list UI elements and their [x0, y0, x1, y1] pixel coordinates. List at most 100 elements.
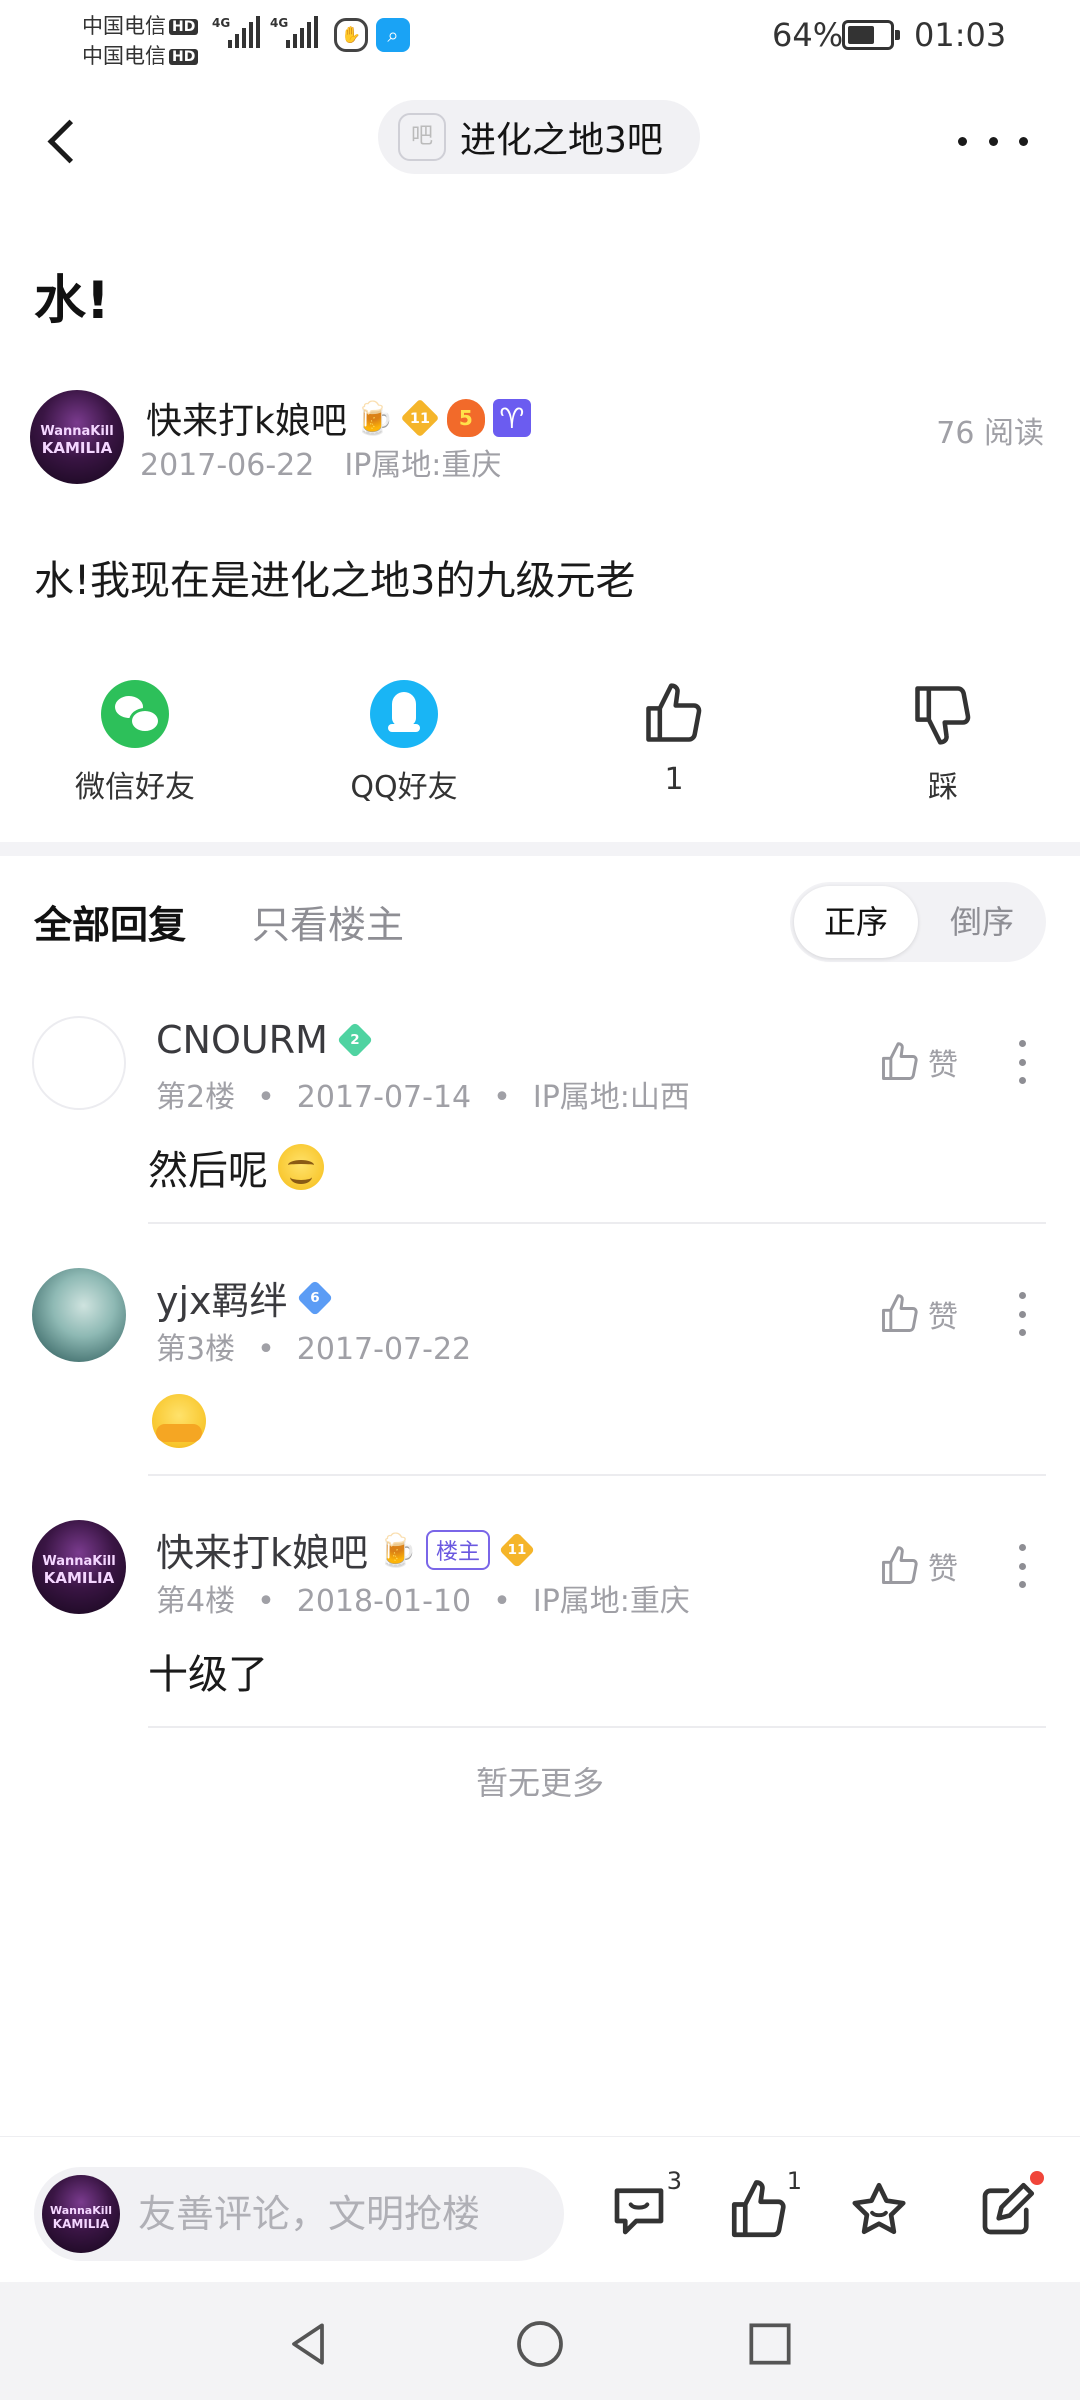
owner-tag: 楼主 — [426, 1529, 491, 1570]
reply-tabs: 全部回复 只看楼主 正序 倒序 — [0, 878, 1080, 968]
thumbs-down-icon — [915, 686, 971, 745]
forum-name: 进化之地3吧 — [460, 120, 663, 161]
more-options-button[interactable] — [958, 126, 1028, 156]
reply-like-button[interactable]: 赞 — [878, 1292, 958, 1336]
reply-more-button[interactable] — [1016, 1292, 1028, 1336]
my-avatar: WannaKill KAMILIA — [42, 2175, 120, 2253]
share-qq-button[interactable]: QQ好友 — [304, 680, 504, 806]
beer-icon: 🍺 — [377, 1530, 417, 1569]
battery-percent: 64% — [772, 16, 844, 54]
level-badge-icon: 11 — [400, 398, 440, 438]
system-back-button[interactable] — [280, 2316, 336, 2372]
beer-icon: 🍺 — [353, 399, 394, 437]
hug-emoji-icon — [152, 1394, 206, 1448]
post-meta: 2017-06-22 IP属地:重庆 — [140, 440, 501, 484]
thumbs-up-icon — [882, 1294, 918, 1332]
post-body: 水!我现在是进化之地3的九级元老 — [34, 558, 636, 604]
carrier-1: 中国电信 HD — [82, 10, 199, 40]
gem-level-icon: 2 — [336, 1021, 373, 1059]
thumbs-up-icon — [646, 683, 702, 742]
thumbs-up-icon — [882, 1042, 918, 1080]
post-date: 2017-06-22 — [140, 448, 315, 483]
wechat-icon — [101, 680, 169, 748]
post-title: 水! — [34, 271, 110, 331]
system-recents-button[interactable] — [742, 2316, 798, 2372]
forum-icon: 吧 — [398, 113, 446, 161]
post-ip: IP属地:重庆 — [344, 448, 502, 483]
gem-level-icon: 6 — [296, 1279, 333, 1316]
reply-separator — [148, 1222, 1046, 1224]
smile-emoji-icon — [278, 1144, 324, 1190]
circle-home-icon — [517, 2321, 563, 2367]
reply-more-button[interactable] — [1016, 1544, 1028, 1588]
author-name-row[interactable]: 快来打k娘吧 🍺 11 5 ♈ — [146, 392, 531, 444]
reply-content — [152, 1394, 206, 1448]
reply-user-row: CNOURM 2 — [156, 1018, 373, 1062]
carrier-2: 中国电信 HD — [82, 40, 199, 70]
hexagon-hand-icon: ✋ — [334, 18, 368, 52]
thumbs-up-icon — [731, 2180, 786, 2238]
edit-icon — [982, 2182, 1035, 2235]
reply-meta: 第2楼 • 2017-07-14 • IP属地:山西 — [156, 1080, 690, 1115]
dislike-button[interactable]: 踩 — [843, 680, 1043, 806]
forum-link[interactable]: 吧 进化之地3吧 — [378, 100, 700, 174]
reply-avatar[interactable] — [32, 1016, 126, 1110]
game-level-icon: 5 — [446, 399, 485, 437]
qq-icon — [370, 680, 438, 748]
reply-separator — [148, 1726, 1046, 1728]
reply-content: 然后呢 — [148, 1138, 324, 1196]
reply-user-row: 快来打k娘吧 🍺 楼主 11 — [156, 1522, 536, 1577]
search-app-icon: ⌕ — [376, 18, 410, 52]
reply-user-row: yjx羁绊 6 — [156, 1270, 333, 1325]
reply-avatar[interactable]: WannaKill KAMILIA — [32, 1520, 126, 1614]
no-more-text: 暂无更多 — [475, 1764, 604, 1802]
read-count: 76 阅读 — [936, 416, 1044, 451]
reply-meta: 第3楼 • 2017-07-22 — [156, 1332, 472, 1367]
reply-username[interactable]: 快来打k娘吧 — [156, 1522, 368, 1577]
signal-icon: 4G — [270, 16, 318, 48]
tab-all-replies[interactable]: 全部回复 — [34, 894, 186, 949]
system-home-button[interactable] — [512, 2316, 568, 2372]
signal-icons: 4G 4G — [212, 16, 318, 48]
share-wechat-button[interactable]: 微信好友 — [35, 680, 235, 806]
reply-avatar[interactable] — [32, 1268, 126, 1362]
system-nav-bar — [0, 2282, 1080, 2400]
battery-icon — [842, 20, 900, 50]
reply-like-button[interactable]: 赞 — [878, 1040, 958, 1084]
status-bar: 中国电信 HD 中国电信 HD 4G 4G ✋ ⌕ 64% 01:03 — [0, 0, 1080, 76]
like-button[interactable]: 1 — [574, 680, 774, 797]
comment-icon — [614, 2188, 664, 2235]
share-row: 微信好友 QQ好友 1 踩 — [0, 680, 1080, 810]
order-asc-button[interactable]: 正序 — [794, 886, 918, 958]
clock: 01:03 — [914, 16, 1007, 54]
order-toggle: 正序 倒序 — [790, 882, 1046, 962]
gem-level-icon: 11 — [499, 1531, 536, 1568]
order-desc-button[interactable]: 倒序 — [922, 886, 1042, 958]
reply-meta: 第4楼 • 2018-01-10 • IP属地:重庆 — [156, 1584, 690, 1619]
reply-like-button[interactable]: 赞 — [878, 1544, 958, 1588]
square-recents-icon — [749, 2323, 791, 2365]
reply-content: 十级了 — [148, 1652, 268, 1698]
star-icon — [852, 2182, 906, 2235]
thumbs-up-icon — [882, 1546, 918, 1584]
author-avatar[interactable]: WannaKill KAMILIA — [30, 390, 124, 484]
back-button[interactable] — [40, 110, 88, 170]
comments-button[interactable]: 3 — [606, 2167, 682, 2253]
reply-more-button[interactable] — [1016, 1040, 1028, 1084]
comment-box[interactable]: WannaKill KAMILIA — [34, 2167, 564, 2261]
bottom-bar: WannaKill KAMILIA 3 1 — [0, 2136, 1080, 2282]
author-name[interactable]: 快来打k娘吧 — [146, 392, 347, 444]
section-divider — [0, 842, 1080, 856]
reply-username[interactable]: yjx羁绊 — [156, 1270, 288, 1325]
write-button[interactable] — [974, 2171, 1050, 2253]
signal-icon: 4G — [212, 16, 260, 48]
reply-separator — [148, 1474, 1046, 1476]
bottom-like-button[interactable]: 1 — [726, 2167, 802, 2253]
comment-input[interactable] — [138, 2167, 548, 2261]
triangle-back-icon — [292, 2323, 324, 2365]
favorite-button[interactable] — [846, 2177, 922, 2253]
tab-op-only[interactable]: 只看楼主 — [252, 894, 404, 949]
reply-username[interactable]: CNOURM — [156, 1018, 328, 1062]
nav-bar: 吧 进化之地3吧 — [0, 96, 1080, 182]
aries-icon: ♈ — [492, 399, 531, 437]
